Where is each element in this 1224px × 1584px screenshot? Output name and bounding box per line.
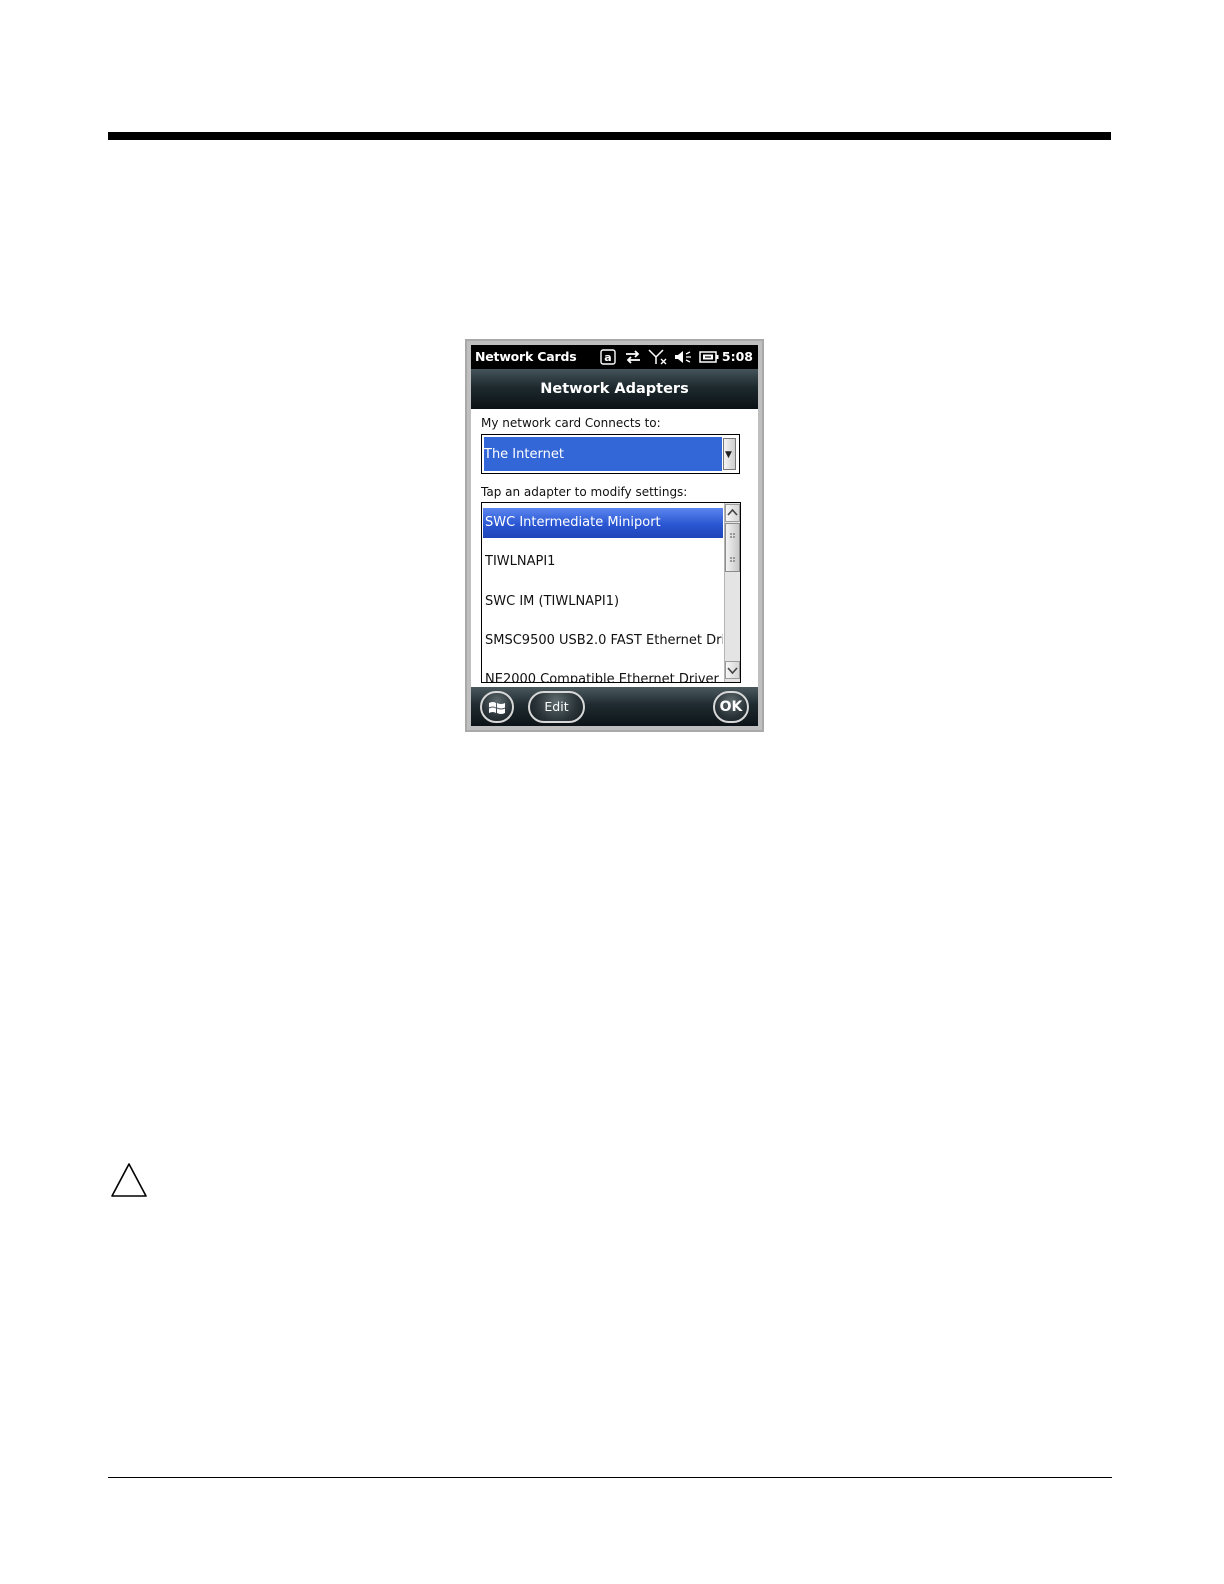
scroll-thumb[interactable] — [725, 523, 740, 572]
triangle-down-icon: ▼ — [725, 450, 732, 460]
no-signal-icon[interactable] — [648, 349, 668, 365]
ok-button[interactable]: OK — [713, 691, 749, 723]
adapter-list[interactable]: SWC Intermediate Miniport TIWLNAPI1 SWC … — [481, 502, 741, 683]
top-rule — [108, 132, 1111, 140]
adapter-list-item[interactable]: SWC IM (TIWLNAPI1) — [483, 587, 723, 617]
dropdown-arrow-button[interactable]: ▼ — [723, 438, 736, 470]
bottom-rule — [108, 1477, 1112, 1478]
start-button[interactable] — [480, 691, 514, 723]
sync-arrows-icon[interactable] — [624, 349, 642, 365]
app-title: Network Cards — [475, 349, 577, 364]
connects-dropdown[interactable]: The Internet ▼ — [481, 434, 740, 474]
scroll-down-button[interactable] — [725, 661, 740, 679]
chevron-up-icon — [727, 508, 738, 516]
connects-label: My network card Connects to: — [481, 416, 661, 430]
adapter-list-item[interactable]: NE2000 Compatible Ethernet Driver — [483, 665, 723, 682]
svg-text:a: a — [604, 351, 611, 364]
status-time: 5:08 — [721, 349, 753, 364]
chevron-down-icon — [727, 667, 738, 675]
speaker-muted-icon[interactable] — [674, 349, 692, 365]
device-screenshot: Network Cards a 5:08 Network Adapters My… — [465, 339, 764, 732]
warning-icon — [111, 1163, 147, 1197]
softkey-bar: Edit OK — [471, 687, 758, 726]
scroll-up-button[interactable] — [725, 504, 740, 522]
edit-button[interactable]: Edit — [528, 691, 585, 723]
battery-charging-icon[interactable] — [699, 349, 720, 365]
vertical-scrollbar[interactable] — [724, 503, 740, 682]
adapter-list-item[interactable]: SWC Intermediate Miniport — [483, 508, 723, 538]
device-screen: Network Cards a 5:08 Network Adapters My… — [471, 345, 758, 726]
input-mode-a-icon[interactable]: a — [600, 349, 616, 365]
adapters-label: Tap an adapter to modify settings: — [481, 485, 688, 499]
windows-flag-icon — [489, 702, 505, 714]
connects-selected-value[interactable]: The Internet — [484, 437, 722, 471]
page-title: Network Adapters — [471, 369, 758, 409]
status-bar: Network Cards a 5:08 — [471, 345, 758, 369]
adapter-list-item[interactable]: TIWLNAPI1 — [483, 547, 723, 577]
grip-dots-icon — [730, 533, 735, 562]
adapter-list-item[interactable]: SMSC9500 USB2.0 FAST Ethernet Drive — [483, 626, 723, 656]
